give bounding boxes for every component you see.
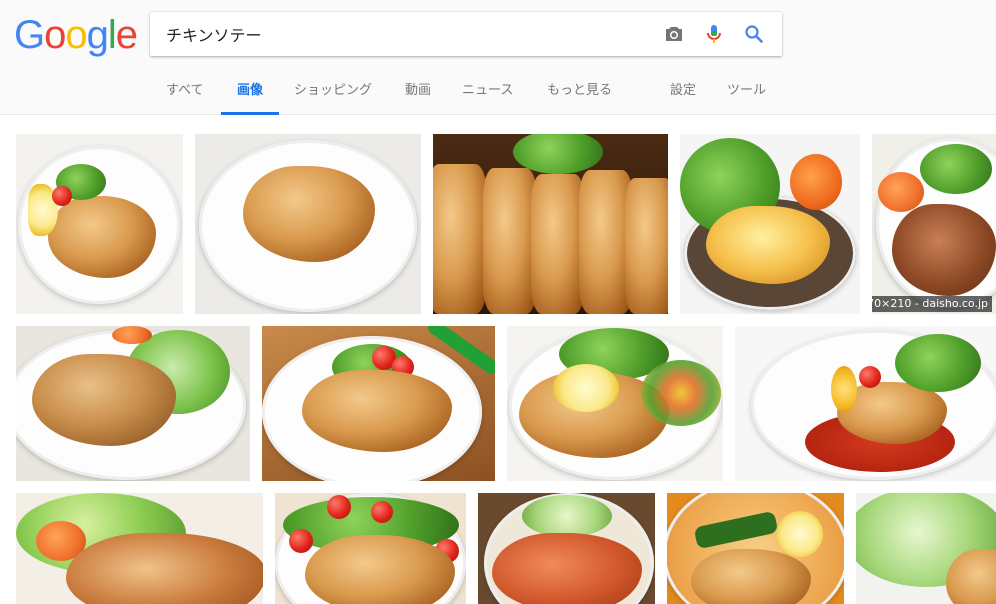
search-input[interactable] xyxy=(166,12,646,56)
image-result[interactable] xyxy=(16,326,250,481)
search-tabs: すべて 画像 ショッピング 動画 ニュース もっと見る 設定 ツール xyxy=(0,70,996,115)
image-result[interactable] xyxy=(667,493,844,604)
image-result[interactable] xyxy=(433,134,668,314)
logo-letter: l xyxy=(107,13,117,57)
tab-all[interactable]: すべて xyxy=(166,70,204,115)
image-size-caption: 270×210 - daisho.co.jp xyxy=(872,296,992,312)
logo-letter: G xyxy=(14,13,45,57)
image-result[interactable]: 270×210 - daisho.co.jp xyxy=(872,134,996,314)
image-result[interactable] xyxy=(16,134,183,314)
search-icon[interactable] xyxy=(742,22,766,46)
logo-letter: o xyxy=(65,13,87,57)
tab-more[interactable]: もっと見る xyxy=(547,70,612,115)
tab-tools[interactable]: ツール xyxy=(727,70,766,115)
logo-letter: g xyxy=(86,13,109,57)
camera-icon[interactable] xyxy=(662,22,686,46)
image-result[interactable] xyxy=(16,493,263,604)
tab-videos[interactable]: 動画 xyxy=(405,70,431,115)
image-result[interactable] xyxy=(680,134,860,314)
search-box xyxy=(150,12,782,56)
image-result[interactable] xyxy=(262,326,495,481)
image-result[interactable] xyxy=(507,326,723,481)
image-result[interactable] xyxy=(478,493,655,604)
tab-images[interactable]: 画像 xyxy=(220,70,280,115)
tab-shopping[interactable]: ショッピング xyxy=(294,70,372,115)
logo-letter: o xyxy=(44,13,66,57)
google-logo[interactable]: Google xyxy=(14,12,138,58)
tab-news[interactable]: ニュース xyxy=(462,70,513,115)
image-result[interactable] xyxy=(275,493,466,604)
microphone-icon[interactable] xyxy=(702,22,726,46)
logo-letter: e xyxy=(115,13,138,57)
image-result[interactable] xyxy=(856,493,996,604)
tab-settings[interactable]: 設定 xyxy=(670,70,696,115)
image-results-grid: 270×210 - daisho.co.jp xyxy=(0,115,996,604)
header: Google すべて 画像 ショ xyxy=(0,0,996,115)
image-result[interactable] xyxy=(195,134,421,314)
image-result[interactable] xyxy=(735,326,996,481)
